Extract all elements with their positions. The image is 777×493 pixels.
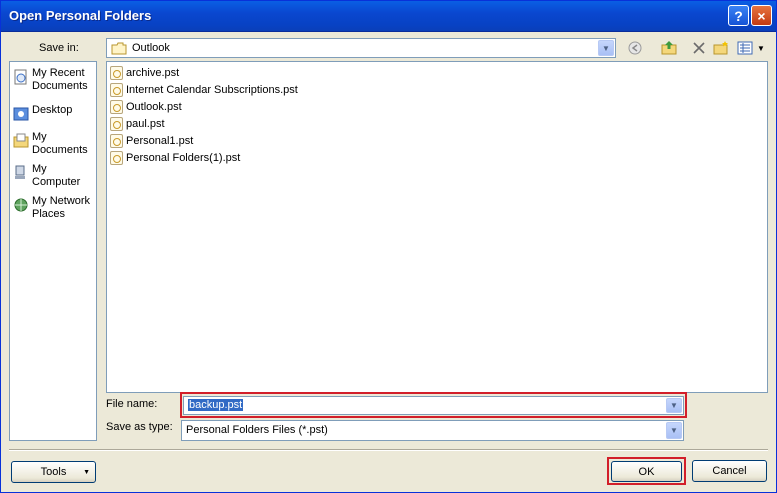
list-item[interactable]: Personal1.pst	[110, 133, 193, 149]
pst-file-icon	[110, 100, 123, 114]
place-desktop[interactable]: Desktop	[13, 104, 97, 122]
file-name-label: File name:	[106, 398, 158, 410]
views-dropdown-arrow: ▼	[757, 43, 765, 53]
close-icon: ×	[757, 7, 766, 24]
delete-icon	[693, 42, 705, 54]
place-my-documents[interactable]: My Documents	[13, 131, 97, 157]
save-as-type-dropdown[interactable]: Personal Folders Files (*.pst) ▼	[181, 420, 684, 441]
file-name: Outlook.pst	[126, 101, 182, 113]
list-item[interactable]: Outlook.pst	[110, 99, 182, 115]
place-label: My Computer	[32, 163, 81, 188]
list-item[interactable]: Personal Folders(1).pst	[110, 150, 240, 166]
desktop-icon	[13, 107, 29, 121]
place-label: My Recent Documents	[32, 67, 88, 92]
back-button[interactable]	[626, 39, 644, 57]
ok-button[interactable]: OK	[611, 461, 682, 482]
place-label: Desktop	[32, 104, 73, 116]
file-name-input[interactable]: backup.pst ▼	[183, 396, 684, 415]
delete-button[interactable]	[690, 39, 708, 57]
folder-icon	[111, 42, 127, 55]
file-list[interactable]: archive.pst Internet Calendar Subscripti…	[106, 61, 768, 393]
new-folder-icon	[713, 41, 728, 55]
up-one-level-button[interactable]	[660, 39, 678, 57]
chevron-down-icon[interactable]: ▼	[666, 398, 682, 413]
pst-file-icon	[110, 134, 123, 148]
save-in-dropdown[interactable]: Outlook ▼	[106, 38, 616, 58]
place-label: My Network Places	[32, 195, 91, 220]
views-menu-button[interactable]: ▼	[735, 39, 767, 57]
list-item[interactable]: Internet Calendar Subscriptions.pst	[110, 82, 298, 98]
save-in-label: Save in:	[39, 42, 79, 54]
pst-file-icon	[110, 151, 123, 165]
my-computer-icon	[15, 165, 25, 179]
chevron-down-icon[interactable]: ▼	[598, 40, 614, 56]
pst-file-icon	[110, 83, 123, 97]
chevron-down-icon: ▼	[83, 468, 90, 476]
network-places-icon	[14, 198, 28, 212]
save-as-type-label: Save as type:	[106, 421, 173, 433]
file-name-value: backup.pst	[188, 399, 244, 411]
place-my-computer[interactable]: My Computer	[13, 163, 97, 189]
back-icon	[628, 41, 642, 55]
title-bar[interactable]: Open Personal Folders ? ×	[1, 1, 776, 32]
recent-documents-icon	[14, 69, 27, 85]
file-name: paul.pst	[126, 118, 165, 130]
help-icon: ?	[734, 7, 743, 24]
file-name: archive.pst	[126, 67, 180, 79]
cancel-button[interactable]: Cancel	[692, 460, 767, 482]
views-icon	[737, 41, 753, 55]
file-name: Personal Folders(1).pst	[126, 152, 241, 164]
chevron-down-icon[interactable]: ▼	[666, 422, 682, 439]
new-folder-button[interactable]	[712, 39, 730, 57]
cancel-label: Cancel	[712, 465, 747, 477]
places-bar: My Recent Documents Desktop My Documents…	[9, 61, 97, 441]
place-my-recent-documents[interactable]: My Recent Documents	[13, 67, 97, 93]
tools-button[interactable]: Tools ▼	[11, 461, 96, 483]
list-item[interactable]: paul.pst	[110, 116, 165, 132]
ok-label: OK	[638, 465, 655, 478]
my-documents-icon	[13, 133, 29, 148]
tools-label: Tools	[40, 466, 67, 478]
pst-file-icon	[110, 117, 123, 131]
pst-file-icon	[110, 66, 123, 80]
save-in-value: Outlook	[132, 42, 170, 54]
list-item[interactable]: archive.pst	[110, 65, 179, 81]
dialog-title: Open Personal Folders	[9, 8, 152, 23]
file-name: Personal1.pst	[126, 135, 194, 147]
help-button[interactable]: ?	[728, 5, 749, 26]
place-label: My Documents	[32, 131, 88, 156]
place-my-network-places[interactable]: My Network Places	[13, 195, 97, 221]
open-personal-folders-dialog: Open Personal Folders ? × Save in: Outlo…	[0, 0, 777, 493]
up-folder-icon	[661, 41, 677, 55]
file-name: Internet Calendar Subscriptions.pst	[126, 84, 298, 96]
save-as-type-value: Personal Folders Files (*.pst)	[186, 424, 328, 436]
close-button[interactable]: ×	[751, 5, 772, 26]
divider	[9, 449, 768, 451]
